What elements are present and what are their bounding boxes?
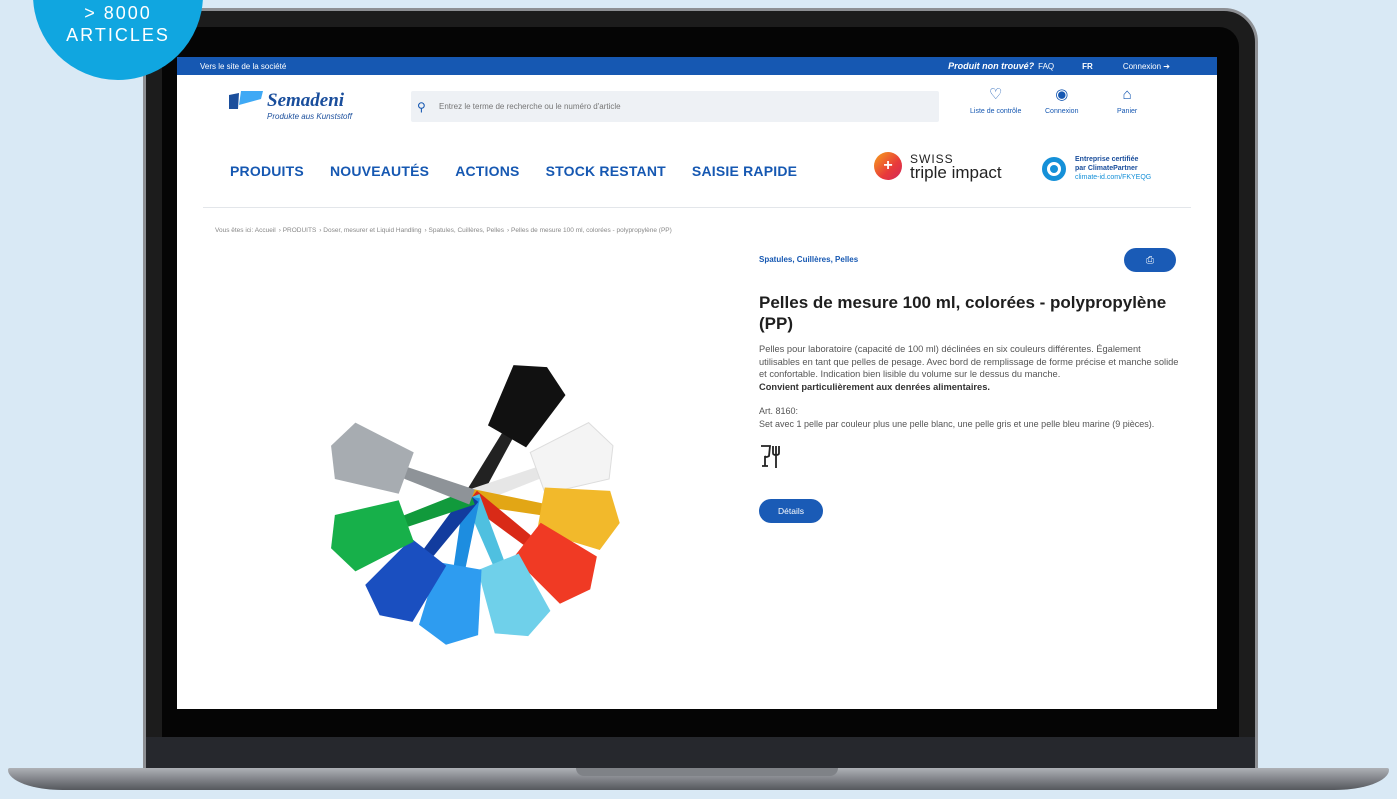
laptop-notch xyxy=(576,768,838,776)
printer-icon: ⎙ xyxy=(1146,254,1154,266)
cart-label: Panier xyxy=(1117,108,1138,115)
main-nav: PRODUITS NOUVEAUTÉS ACTIONS STOCK RESTAN… xyxy=(230,163,797,179)
product-image[interactable] xyxy=(252,347,692,647)
sti-text: SWISS triple impact xyxy=(910,152,1002,182)
promo-line2: ARTICLES xyxy=(66,25,170,45)
login-link[interactable]: Connexion ➔ xyxy=(1123,62,1170,71)
brand-tagline: Produkte aus Kunststoff xyxy=(267,112,352,121)
article-number: Art. 8160: xyxy=(759,406,799,416)
brand-name: Semadeni xyxy=(267,90,345,111)
login-link-label: Connexion xyxy=(1122,61,1162,71)
climatepartner-logo[interactable]: Entreprise certifiée par ClimatePartner … xyxy=(1042,155,1151,182)
header-divider xyxy=(203,207,1191,208)
product-title: Pelles de mesure 100 ml, colorées - poly… xyxy=(759,293,1167,333)
login-arrow-icon: ➔ xyxy=(1163,61,1170,71)
top-bar: Vers le site de la société Produit non t… xyxy=(177,57,1217,75)
breadcrumb-produits[interactable]: PRODUITS xyxy=(283,227,317,234)
article-info: Art. 8160: Set avec 1 pelle par couleur … xyxy=(759,405,1179,430)
print-button[interactable]: ⎙ xyxy=(1124,248,1176,272)
product-description: Pelles pour laboratoire (capacité de 100… xyxy=(759,344,1179,379)
nav-produits[interactable]: PRODUITS xyxy=(230,163,304,179)
cp-line2: par ClimatePartner xyxy=(1075,165,1138,172)
climatepartner-icon xyxy=(1042,156,1066,181)
laptop-base xyxy=(8,768,1389,790)
watchlist-label: Liste de contrôle xyxy=(970,108,1022,115)
heart-icon: ♡ xyxy=(988,86,1003,103)
company-site-link[interactable]: Vers le site de la société xyxy=(200,62,286,71)
nav-saisie-rapide[interactable]: SAISIE RAPIDE xyxy=(692,163,797,179)
product-not-found-link[interactable]: Produit non trouvé? xyxy=(948,61,1034,71)
breadcrumb-dosing[interactable]: Doser, mesurer et Liquid Handling xyxy=(323,227,421,234)
search-icon[interactable]: ⚲ xyxy=(417,100,439,114)
faq-link[interactable]: FAQ xyxy=(1038,62,1054,71)
breadcrumb-current: Pelles de mesure 100 ml, colorées - poly… xyxy=(511,227,672,234)
nav-nouveautes[interactable]: NOUVEAUTÉS xyxy=(330,163,429,179)
nav-actions[interactable]: ACTIONS xyxy=(455,163,519,179)
cp-line1: Entreprise certifiée xyxy=(1075,156,1139,163)
breadcrumb-spatulas[interactable]: Spatules, Cuillères, Pelles xyxy=(429,227,505,234)
user-icon: ◉ xyxy=(1055,86,1069,103)
account-label: Connexion xyxy=(1045,108,1079,115)
watchlist-button[interactable]: ♡ Liste de contrôle xyxy=(970,86,1021,115)
product-highlight: Convient particulièrement aux denrées al… xyxy=(759,381,990,392)
search-input[interactable] xyxy=(439,102,919,111)
swiss-triple-impact-logo[interactable]: + SWISS triple impact xyxy=(874,152,1002,182)
search-bar[interactable]: ⚲ xyxy=(411,91,939,122)
details-button[interactable]: Détails xyxy=(759,499,823,523)
language-selector[interactable]: FR xyxy=(1082,62,1093,71)
product-category-link[interactable]: Spatules, Cuillères, Pelles xyxy=(759,255,1179,264)
product-info: Spatules, Cuillères, Pelles ⎙ Pelles de … xyxy=(759,248,1179,523)
cp-url: climate-id.com/FKYEQG xyxy=(1075,174,1152,181)
basket-icon: ⌂ xyxy=(1122,86,1132,103)
article-text: Set avec 1 pelle par couleur plus une pe… xyxy=(759,418,1155,429)
logo-mark-icon xyxy=(229,91,263,109)
header: Semadeni Produkte aus Kunststoff ⚲ ♡ Lis… xyxy=(177,75,1217,129)
account-button[interactable]: ◉ Connexion xyxy=(1045,86,1078,115)
promo-line1: > 8000 xyxy=(84,3,152,23)
cp-text: Entreprise certifiée par ClimatePartner … xyxy=(1075,155,1151,182)
food-safe-icon xyxy=(761,445,780,468)
swiss-cross-icon: + xyxy=(874,152,902,180)
sti-line2: triple impact xyxy=(910,163,1002,182)
breadcrumb-home[interactable]: Vous êtes ici: Accueil xyxy=(215,227,276,234)
nav-stock-restant[interactable]: STOCK RESTANT xyxy=(546,163,666,179)
breadcrumb: Vous êtes ici: Accueil › PRODUITS › Doser,… xyxy=(215,227,672,234)
cart-button[interactable]: ⌂ Panier xyxy=(1117,86,1137,115)
browser-screen: Vers le site de la société Produit non t… xyxy=(177,57,1217,709)
